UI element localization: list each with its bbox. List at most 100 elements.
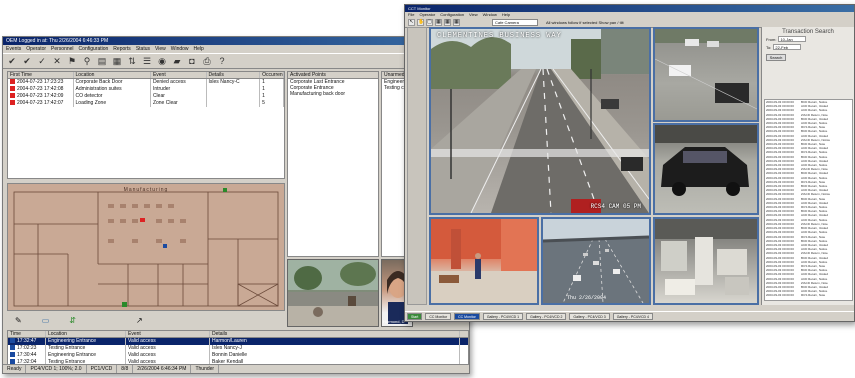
menu-item-configuration[interactable]: Configuration: [79, 46, 109, 52]
table-row[interactable]: 17:32:47 Engineering Entrance Valid access…: [8, 338, 468, 345]
layer-icon[interactable]: ▭: [42, 316, 50, 325]
to-date-input[interactable]: 22-Feb: [773, 44, 802, 50]
cell-text: 17:02:23: [17, 345, 37, 351]
layout-4-icon[interactable]: ▦: [435, 19, 442, 26]
table-cell: 2004-07-23 17:42:08: [8, 86, 74, 93]
taskbar-item[interactable]: Gallery - PC4/VCD 2: [526, 313, 567, 320]
cell-text: 5: [262, 100, 265, 106]
table-cell: [207, 100, 261, 107]
camera-feed-highway[interactable]: Thu 2/26/2004: [541, 217, 651, 305]
from-date-input[interactable]: 10-Jan: [778, 36, 807, 42]
clear-icon[interactable]: ✕: [51, 55, 63, 67]
column-header: Event: [126, 331, 210, 337]
taskbar-item[interactable]: CC Monitor: [454, 313, 480, 320]
taskbar-item[interactable]: Gallery - PC4/VCD 4: [612, 313, 653, 320]
camera-feed-parking-lot[interactable]: [653, 27, 759, 122]
menu-item-events[interactable]: Events: [6, 46, 21, 52]
list-item[interactable]: 2003-09-03 00:00:00 RCS Return, Note: [765, 293, 852, 297]
cell-text: Bonnin Danielle: [212, 352, 248, 358]
menu-item-configuration[interactable]: Configuration: [440, 12, 464, 17]
menu-item-personnel[interactable]: Personnel: [51, 46, 74, 52]
check-all-icon[interactable]: ✔: [21, 55, 33, 67]
menu-item-view[interactable]: View: [155, 46, 166, 52]
table-row[interactable]: 17:30:35 Testing Entrance Valid access Hort…: [8, 373, 468, 374]
status-segment: Ready: [3, 365, 27, 373]
menu-item-window[interactable]: Window: [171, 46, 189, 52]
list-item[interactable]: Manufacturing back door: [288, 91, 378, 97]
column-header: Location: [74, 72, 151, 78]
help-icon[interactable]: ?: [216, 55, 228, 67]
camera-feed-server-room[interactable]: [653, 217, 759, 305]
cell-text: 2004-07-23 17:42:07: [17, 100, 64, 106]
grid-icon[interactable]: ▦: [111, 55, 123, 67]
menu-item-view[interactable]: View: [469, 12, 478, 17]
table-cell: Intruder: [151, 86, 207, 93]
table-cell: 2004-07-23 17:42:07: [8, 100, 74, 107]
filter-icon[interactable]: ⚲: [81, 55, 93, 67]
taskbar-item[interactable]: CC Monitor: [425, 313, 452, 320]
transaction-list[interactable]: 2003-09-03 00:00:00 BCD Return, Notice 200…: [764, 99, 853, 301]
table-row[interactable]: 17:30:44 Engineering Entrance Valid access…: [8, 352, 468, 359]
taskbar-item[interactable]: Gallery - PC4/VCD 1: [482, 313, 524, 320]
flag-icon[interactable]: ⚑: [66, 55, 78, 67]
globe-icon[interactable]: ◉: [156, 55, 168, 67]
search-button[interactable]: Search: [766, 54, 786, 61]
menu-item-reports[interactable]: Reports: [113, 46, 131, 52]
table-cell: 1: [260, 86, 284, 93]
camera-tree-panel[interactable]: [407, 27, 427, 305]
hand-icon[interactable]: ✋: [417, 19, 424, 26]
check-icon[interactable]: ✔: [6, 55, 18, 67]
menu-item-operator[interactable]: Operator: [419, 12, 435, 17]
sort-icon[interactable]: ⇅: [126, 55, 138, 67]
table-row[interactable]: 2004-07-23 17:23:23 Corporate Back Door De…: [8, 79, 284, 86]
menu-item-status[interactable]: Status: [136, 46, 150, 52]
menu-item-file[interactable]: File: [408, 12, 414, 17]
cell-text: Engineering Entrance: [48, 352, 97, 358]
activated-points-header: Activated Points: [288, 72, 378, 79]
status-segment: PC4/VCD 1; 100%; 2.0: [26, 365, 87, 373]
layout-9-icon[interactable]: ▦: [444, 19, 451, 26]
cell-text: Zone Clear: [152, 100, 178, 106]
menu-item-help[interactable]: Help: [194, 46, 204, 52]
floor-plan-map[interactable]: Manufacturing: [7, 183, 285, 311]
cctv-monitor-window: CCT Monitor File Operator Configuration Vie…: [404, 4, 855, 322]
table-cell: Loading Zone: [74, 100, 151, 107]
door-icon[interactable]: ⇵: [69, 316, 76, 325]
cell-text: 1: [262, 79, 265, 85]
map-icon[interactable]: ▤: [96, 55, 108, 67]
layout-16-icon[interactable]: ▦: [453, 19, 460, 26]
taskbar-item[interactable]: Gallery - PC4/VCD 3: [569, 313, 610, 320]
table-row[interactable]: 17:02:23 Testing Entrance Valid access Isle…: [8, 345, 468, 352]
floor-plan-title: Manufacturing: [123, 187, 169, 193]
pencil-icon[interactable]: ✎: [15, 316, 22, 325]
menu-item-window[interactable]: Window: [483, 12, 497, 17]
alarm-flag-icon: [10, 100, 15, 106]
ack-icon[interactable]: ✓: [36, 55, 48, 67]
start-button[interactable]: Start: [407, 313, 423, 320]
table-row[interactable]: 2004-07-23 17:42:09 CO detector Clear 1: [8, 93, 284, 100]
menu-item-help[interactable]: Help: [502, 12, 510, 17]
menu-bar: Events Operator Personnel Configuration Repo…: [3, 45, 469, 53]
print-icon[interactable]: ⎙: [201, 55, 213, 67]
street-scene: [288, 260, 378, 326]
alarm-marker-icon: [140, 218, 145, 222]
table-cell: Valid access: [126, 345, 210, 352]
menu-item-operator[interactable]: Operator: [26, 46, 46, 52]
camera-feed-lobby[interactable]: [429, 217, 539, 305]
column-header: Details: [210, 331, 460, 337]
toolbar: ✔ ✔ ✓ ✕ ⚑ ⚲ ▤ ▦ ⇅ ☰ ◉ ▰ ◘ ⎙?: [3, 53, 469, 69]
table-row[interactable]: 2004-07-23 17:42:08 Administration suites…: [8, 86, 284, 93]
camera-feed-main-street[interactable]: CLEMENTINES BUSINESS WAY RCS4 CAM 05 PM: [429, 27, 651, 215]
layout-1-icon[interactable]: ▢: [426, 19, 433, 26]
camera-icon[interactable]: ◘: [186, 55, 198, 67]
truck-icon[interactable]: ▰: [171, 55, 183, 67]
camera-feed-street[interactable]: [287, 259, 379, 327]
list-icon[interactable]: ☰: [141, 55, 153, 67]
camera-select-input[interactable]: Cafe Camera: [492, 19, 538, 26]
camera-feed-vehicle[interactable]: [653, 123, 759, 215]
display-options-checkboxes[interactable]: All windows follow if selected Show pan …: [546, 20, 624, 25]
door-marker-icon: [122, 302, 127, 307]
pointer-icon[interactable]: ↖: [408, 19, 415, 26]
arrow-icon[interactable]: ↗: [136, 316, 143, 325]
table-row[interactable]: 2004-07-23 17:42:07 Loading Zone Zone Clea…: [8, 100, 284, 107]
